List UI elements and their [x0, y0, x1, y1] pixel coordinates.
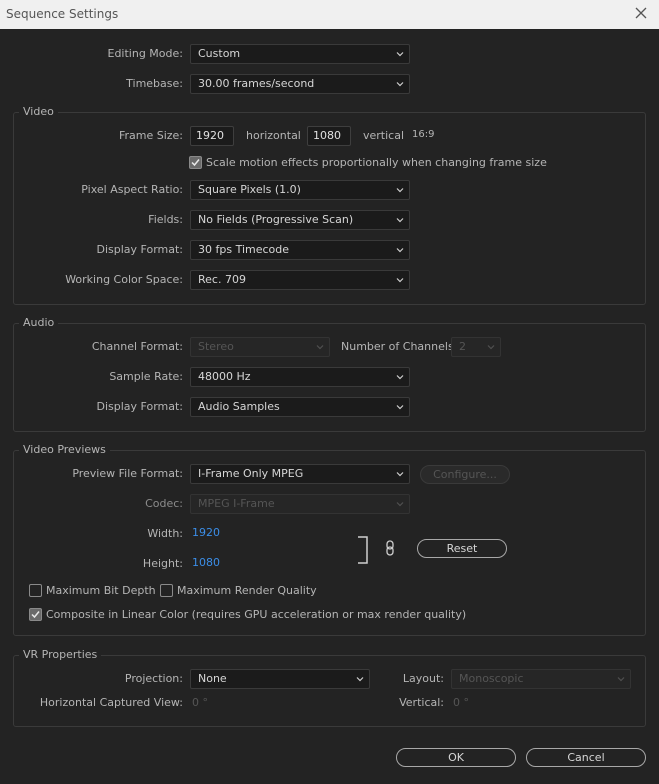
horizontal-captured-value: 0 °	[192, 696, 208, 709]
fields-label: Fields:	[148, 213, 183, 226]
channel-format-dropdown[interactable]: Stereo	[190, 337, 330, 357]
audio-group-title: Audio	[19, 316, 59, 329]
channel-format-value: Stereo	[198, 340, 234, 353]
chevron-down-icon	[396, 405, 404, 410]
vertical-label: vertical	[363, 129, 405, 142]
num-channels-label: Number of Channels:	[341, 340, 458, 353]
editing-mode-value: Custom	[198, 47, 241, 60]
reset-button[interactable]: Reset	[417, 539, 507, 558]
vr-properties-group	[13, 655, 646, 727]
configure-button[interactable]: Configure...	[420, 465, 510, 484]
chevron-down-icon	[396, 502, 404, 507]
frame-height-field[interactable]: 1080	[307, 126, 351, 146]
checkmark-icon	[191, 159, 200, 167]
layout-label: Layout:	[402, 672, 444, 685]
scale-motion-label: Scale motion effects proportionally when…	[206, 156, 547, 169]
sample-rate-value: 48000 Hz	[198, 370, 251, 383]
video-group-title: Video	[19, 105, 58, 118]
window-title: Sequence Settings	[6, 7, 119, 21]
pixel-aspect-label: Pixel Aspect Ratio:	[81, 183, 183, 196]
color-space-label: Working Color Space:	[65, 273, 183, 286]
chevron-down-icon	[396, 218, 404, 223]
cancel-button[interactable]: Cancel	[526, 748, 646, 767]
video-display-format-value: 30 fps Timecode	[198, 243, 290, 256]
vr-properties-group-title: VR Properties	[19, 648, 102, 661]
preview-height-label: Height:	[142, 557, 183, 570]
max-bit-depth-label: Maximum Bit Depth	[46, 584, 156, 597]
editing-mode-dropdown[interactable]: Custom	[190, 44, 410, 64]
preview-file-format-dropdown[interactable]: I-Frame Only MPEG	[190, 464, 410, 484]
max-render-quality-checkbox[interactable]	[160, 584, 173, 597]
chevron-down-icon	[356, 677, 364, 682]
composite-linear-label: Composite in Linear Color (requires GPU …	[46, 608, 467, 621]
vr-vertical-label: Vertical:	[399, 696, 444, 709]
fields-dropdown[interactable]: No Fields (Progressive Scan)	[190, 210, 410, 230]
chevron-down-icon	[316, 345, 324, 350]
layout-value: Monoscopic	[459, 672, 524, 685]
projection-label: Projection:	[124, 672, 183, 685]
vr-vertical-value: 0 °	[453, 696, 469, 709]
aspect-ratio-value: 16:9	[412, 129, 435, 140]
checkmark-icon	[31, 611, 40, 619]
chevron-down-icon	[396, 278, 404, 283]
timebase-value: 30.00 frames/second	[198, 77, 315, 90]
audio-display-format-label: Display Format:	[96, 400, 183, 413]
frame-size-label: Frame Size:	[118, 129, 183, 142]
codec-dropdown[interactable]: MPEG I-Frame	[190, 494, 410, 514]
fields-value: No Fields (Progressive Scan)	[198, 213, 354, 226]
frame-width-field[interactable]: 1920	[190, 126, 234, 146]
projection-value: None	[198, 672, 227, 685]
chevron-down-icon	[396, 375, 404, 380]
preview-file-format-value: I-Frame Only MPEG	[198, 467, 304, 480]
codec-value: MPEG I-Frame	[198, 497, 275, 510]
scale-motion-checkbox[interactable]	[189, 156, 202, 169]
audio-display-format-value: Audio Samples	[198, 400, 280, 413]
composite-linear-checkbox[interactable]	[29, 608, 42, 621]
preview-height-value[interactable]: 1080	[192, 556, 220, 569]
num-channels-dropdown[interactable]: 2	[451, 337, 501, 357]
sample-rate-dropdown[interactable]: 48000 Hz	[190, 367, 410, 387]
chain-link-icon[interactable]	[385, 540, 395, 556]
close-icon[interactable]	[631, 3, 651, 23]
preview-width-label: Width:	[147, 527, 183, 540]
max-render-quality-label: Maximum Render Quality	[177, 584, 317, 597]
chevron-down-icon	[396, 52, 404, 57]
link-bracket-icon	[358, 536, 368, 564]
timebase-dropdown[interactable]: 30.00 frames/second	[190, 74, 410, 94]
preview-width-value[interactable]: 1920	[192, 526, 220, 539]
max-bit-depth-checkbox[interactable]	[29, 584, 42, 597]
projection-dropdown[interactable]: None	[190, 669, 370, 689]
video-display-format-dropdown[interactable]: 30 fps Timecode	[190, 240, 410, 260]
ok-button[interactable]: OK	[396, 748, 516, 767]
chevron-down-icon	[396, 472, 404, 477]
title-bar: Sequence Settings	[0, 0, 659, 29]
color-space-value: Rec. 709	[198, 273, 246, 286]
editing-mode-label: Editing Mode:	[107, 47, 184, 60]
num-channels-value: 2	[459, 340, 466, 353]
chevron-down-icon	[487, 345, 495, 350]
channel-format-label: Channel Format:	[91, 340, 183, 353]
video-previews-group-title: Video Previews	[19, 443, 110, 456]
sample-rate-label: Sample Rate:	[109, 370, 183, 383]
pixel-aspect-dropdown[interactable]: Square Pixels (1.0)	[190, 180, 410, 200]
audio-display-format-dropdown[interactable]: Audio Samples	[190, 397, 410, 417]
chevron-down-icon	[396, 82, 404, 87]
timebase-label: Timebase:	[126, 77, 183, 90]
horizontal-label: horizontal	[246, 129, 301, 142]
chevron-down-icon	[617, 677, 625, 682]
chevron-down-icon	[396, 188, 404, 193]
pixel-aspect-value: Square Pixels (1.0)	[198, 183, 301, 196]
video-display-format-label: Display Format:	[96, 243, 183, 256]
layout-dropdown[interactable]: Monoscopic	[451, 669, 631, 689]
codec-label: Codec:	[145, 497, 183, 510]
preview-file-format-label: Preview File Format:	[72, 467, 183, 480]
chevron-down-icon	[396, 248, 404, 253]
color-space-dropdown[interactable]: Rec. 709	[190, 270, 410, 290]
horizontal-captured-label: Horizontal Captured View:	[39, 696, 183, 709]
